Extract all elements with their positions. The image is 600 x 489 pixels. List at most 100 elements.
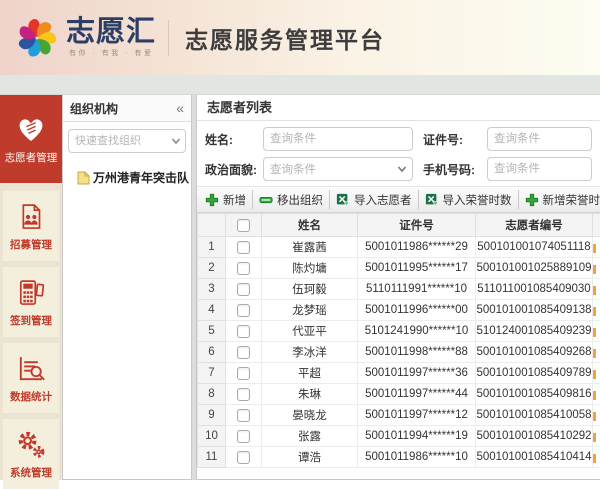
org-panel-title: 组织机构 — [70, 100, 118, 117]
sidebar: 志愿者管理 招募管理 — [0, 95, 62, 480]
col-name[interactable]: 姓名 — [262, 214, 358, 237]
add-honor-hours-button[interactable]: 新增荣誉时数 — [519, 190, 600, 209]
cell-volunteer-number: 500101001085409268 — [476, 342, 593, 363]
filter-bar: 姓名: 证件号: 政治面貌: 查询条件 手机号码: — [197, 121, 600, 186]
cell-name: 陈灼墉 — [262, 258, 358, 279]
cell-volunteer-number: 500101001085409816 — [476, 384, 593, 405]
cell-cutoff — [593, 405, 600, 426]
table-row[interactable]: 6李冰洋5001011998******88500101001085409268 — [198, 342, 600, 363]
cell-id-number: 5001011986******10 — [358, 447, 476, 468]
row-checkbox[interactable] — [237, 304, 250, 317]
row-checkbox[interactable] — [237, 430, 250, 443]
sidebar-item-recruit-management[interactable]: 招募管理 — [3, 191, 59, 261]
cell-cutoff — [593, 279, 600, 300]
cell-cutoff — [593, 384, 600, 405]
cell-cutoff — [593, 342, 600, 363]
table-row[interactable]: 7平超5001011997******36500101001085409789 — [198, 363, 600, 384]
cell-cutoff — [593, 300, 600, 321]
cell-cutoff — [593, 426, 600, 447]
org-tree-item-label: 万州港青年突击队 — [93, 169, 189, 186]
table-header-row: 姓名 证件号 志愿者编号 — [198, 214, 600, 237]
row-checkbox[interactable] — [237, 346, 250, 359]
cell-id-number: 5001011998******88 — [358, 342, 476, 363]
import-volunteers-button[interactable]: 导入志愿者 — [330, 190, 419, 209]
table-row[interactable]: 2陈灼墉5001011995******17500101001025889109 — [198, 258, 600, 279]
sidebar-item-data-statistics[interactable]: 数据统计 — [3, 343, 59, 413]
cell-name: 代亚平 — [262, 321, 358, 342]
chevron-down-icon[interactable] — [171, 136, 181, 146]
subbar — [0, 75, 600, 95]
cell-id-number: 5001011997******44 — [358, 384, 476, 405]
table-row[interactable]: 11 谭浩5001011986******10500101001085410414 — [198, 447, 600, 468]
excel-import-icon — [425, 193, 439, 207]
row-checkbox[interactable] — [237, 241, 250, 254]
row-checkbox[interactable] — [237, 283, 250, 296]
cell-name: 张露 — [262, 426, 358, 447]
id-filter-input[interactable] — [487, 127, 592, 151]
row-number: 9 — [198, 405, 226, 426]
sidebar-item-label: 数据统计 — [10, 389, 52, 404]
import-honor-hours-label: 导入荣誉时数 — [443, 192, 512, 208]
row-number: 5 — [198, 321, 226, 342]
volunteer-table-body: 1崔露茜5001011986******29500101001074051118… — [198, 237, 600, 468]
cell-name: 伍珂毅 — [262, 279, 358, 300]
excel-import-icon — [336, 193, 350, 207]
political-filter-label: 政治面貌: — [205, 161, 263, 178]
table-row[interactable]: 9晏晓龙5001011997******12500101001085410058 — [198, 405, 600, 426]
row-number: 11 — [198, 447, 226, 468]
name-filter-input[interactable] — [263, 127, 413, 151]
org-panel: 组织机构 « 万州港青年突击队 — [62, 95, 192, 480]
col-volunteer-number[interactable]: 志愿者编号 — [476, 214, 593, 237]
row-number: 2 — [198, 258, 226, 279]
cell-volunteer-number: 500101001085410414 — [476, 447, 593, 468]
col-row-number — [198, 214, 226, 237]
sidebar-item-volunteer-management[interactable]: 志愿者管理 — [0, 95, 62, 183]
cell-name: 谭浩 — [262, 447, 358, 468]
row-number: 6 — [198, 342, 226, 363]
cell-name: 朱琳 — [262, 384, 358, 405]
chevron-down-icon — [397, 164, 407, 174]
add-button-label: 新增 — [223, 192, 246, 208]
document-icon — [77, 171, 90, 185]
table-row[interactable]: 4龙梦瑶5001011996******00500101001085409138 — [198, 300, 600, 321]
flower-logo-icon — [14, 15, 60, 61]
table-row[interactable]: 8朱琳5001011997******44500101001085409816 — [198, 384, 600, 405]
col-id-number[interactable]: 证件号 — [358, 214, 476, 237]
row-checkbox[interactable] — [237, 388, 250, 401]
cell-volunteer-number: 500101001085410292 — [476, 426, 593, 447]
table-row[interactable]: 1崔露茜5001011986******29500101001074051118 — [198, 237, 600, 258]
cell-cutoff — [593, 363, 600, 384]
table-row[interactable]: 3伍珂毅5110111991******10511011001085409030 — [198, 279, 600, 300]
add-button[interactable]: 新增 — [199, 190, 253, 209]
header-divider — [168, 20, 169, 56]
chart-magnifier-icon — [14, 352, 48, 386]
select-all-checkbox[interactable] — [237, 219, 250, 232]
row-checkbox[interactable] — [237, 451, 250, 464]
phone-filter-input[interactable] — [487, 157, 592, 181]
cell-id-number: 5001011997******36 — [358, 363, 476, 384]
cell-volunteer-number: 500101001074051118 — [476, 237, 593, 258]
row-checkbox[interactable] — [237, 367, 250, 380]
row-checkbox[interactable] — [237, 325, 250, 338]
collapse-panel-icon[interactable]: « — [176, 101, 184, 115]
row-checkbox[interactable] — [237, 409, 250, 422]
org-search-input[interactable] — [68, 129, 186, 153]
row-checkbox[interactable] — [237, 262, 250, 275]
cell-volunteer-number: 500101001085409138 — [476, 300, 593, 321]
gears-icon — [14, 428, 48, 462]
logo-tagline: 有你 · 有我 · 有爱 — [66, 48, 156, 58]
row-number: 4 — [198, 300, 226, 321]
cell-cutoff — [593, 237, 600, 258]
org-tree-item[interactable]: 万州港青年突击队 — [77, 169, 187, 186]
heart-hand-icon — [14, 113, 48, 147]
table-row[interactable]: 10张露5001011994******19500101001085410292 — [198, 426, 600, 447]
political-filter-select[interactable]: 查询条件 — [263, 157, 413, 181]
remove-from-org-button[interactable]: 移出组织 — [253, 190, 330, 209]
col-cutoff — [593, 214, 600, 237]
import-honor-hours-button[interactable]: 导入荣誉时数 — [419, 190, 519, 209]
sidebar-item-checkin-management[interactable]: 签到管理 — [3, 267, 59, 337]
table-row[interactable]: 5代亚平5101241990******10510124001085409239 — [198, 321, 600, 342]
sidebar-item-label: 签到管理 — [10, 313, 52, 328]
toolbar: 新增 移出组织 导入志愿者 — [197, 186, 600, 213]
sidebar-item-system-management[interactable]: 系统管理 — [3, 419, 59, 489]
